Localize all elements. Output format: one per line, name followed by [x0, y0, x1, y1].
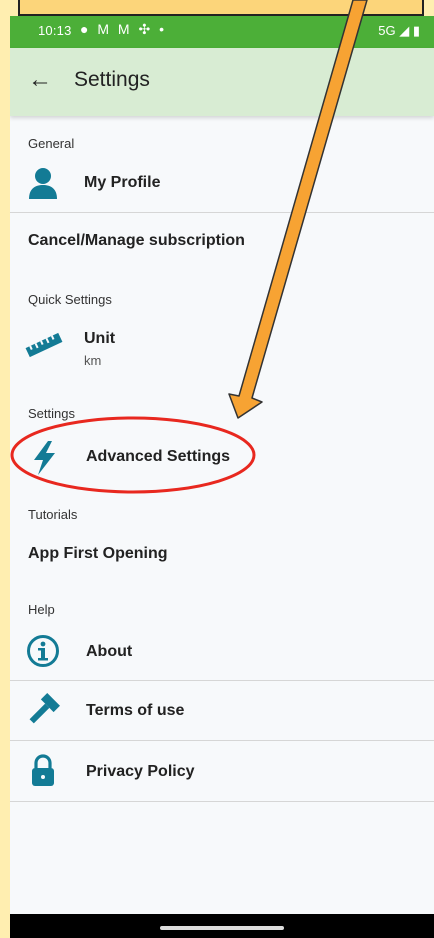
terms-of-use-label: Terms of use: [86, 702, 185, 719]
unit-value: km: [84, 353, 102, 368]
back-arrow-icon[interactable]: ←: [28, 66, 52, 94]
advanced-settings-label: Advanced Settings: [86, 448, 231, 465]
section-header-tutorials: Tutorials: [28, 507, 78, 522]
dot-icon: •: [159, 21, 165, 37]
home-gesture-handle[interactable]: [160, 926, 284, 930]
lightning-bolt-icon: [34, 441, 55, 475]
ruler-icon: [25, 332, 63, 358]
cancel-subscription-item[interactable]: Cancel/Manage subscription: [10, 213, 434, 271]
gmail-icon: M: [117, 21, 130, 37]
pinwheel-icon: ✣: [138, 21, 151, 37]
person-icon: [29, 168, 57, 199]
app-first-opening-item[interactable]: App First Opening: [10, 528, 434, 580]
privacy-policy-item[interactable]: Privacy Policy: [10, 741, 434, 801]
facebook-icon: ●: [80, 21, 89, 37]
cancel-subscription-label: Cancel/Manage subscription: [28, 232, 245, 249]
unit-item[interactable]: Unit km: [10, 316, 434, 380]
lock-icon: [32, 754, 54, 786]
page-title: Settings: [74, 68, 150, 91]
phone-screen: 10:13 ● M M ✣ • 5G ◢ ▮ ← Settings Genera…: [10, 16, 434, 938]
privacy-policy-label: Privacy Policy: [86, 763, 195, 780]
annotation-note-box: [18, 0, 424, 16]
section-header-settings: Settings: [28, 406, 75, 421]
status-bar: 10:13 ● M M ✣ • 5G ◢ ▮: [10, 16, 434, 48]
app-bar: ← Settings: [10, 48, 434, 116]
section-header-general: General: [28, 136, 75, 151]
advanced-settings-item[interactable]: Advanced Settings: [10, 428, 434, 486]
unit-label: Unit: [84, 330, 116, 347]
info-icon: [27, 635, 59, 667]
status-notification-icons: ● M M ✣ •: [80, 21, 169, 38]
status-time: 10:13: [38, 23, 72, 38]
my-profile-item[interactable]: My Profile: [10, 156, 434, 212]
gmail-icon: M: [97, 21, 110, 37]
network-label: 5G: [378, 23, 396, 38]
gavel-icon: [29, 693, 60, 724]
section-header-help: Help: [28, 602, 55, 617]
about-item[interactable]: About: [10, 622, 434, 680]
battery-icon: ▮: [412, 23, 420, 38]
annotated-screenshot: 10:13 ● M M ✣ • 5G ◢ ▮ ← Settings Genera…: [0, 0, 434, 938]
my-profile-label: My Profile: [84, 174, 161, 191]
about-label: About: [86, 643, 133, 660]
signal-icon: ◢: [399, 23, 410, 38]
terms-of-use-item[interactable]: Terms of use: [10, 681, 434, 740]
section-header-quick-settings: Quick Settings: [28, 292, 112, 307]
navigation-bar: [10, 914, 434, 938]
app-first-opening-label: App First Opening: [28, 545, 168, 562]
divider: [10, 801, 434, 802]
status-right: 5G ◢ ▮: [378, 23, 420, 39]
